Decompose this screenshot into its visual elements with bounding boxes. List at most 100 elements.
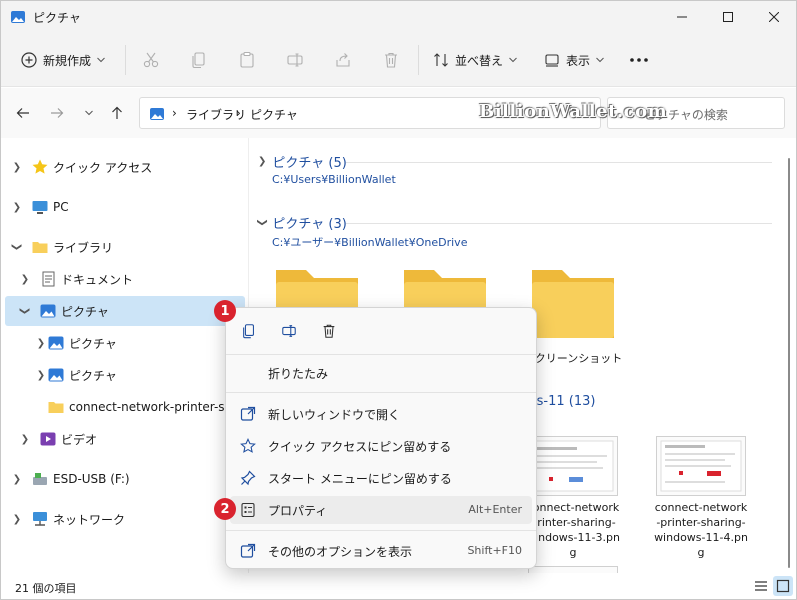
delete-button[interactable]: [318, 320, 340, 342]
context-menu: 折りたたみ 新しいウィンドウで開く クイック アクセスにピン留めする スタート …: [225, 307, 537, 569]
navigation-row: › ライブラリ › ピクチャ ピクチャの検索: [1, 88, 796, 138]
image-thumbnail[interactable]: [528, 436, 618, 496]
sidebar-item-videos[interactable]: ❯ ビデオ: [5, 424, 245, 454]
view-button[interactable]: 表示: [544, 45, 604, 75]
view-label: 表示: [566, 53, 591, 68]
maximize-icon: [723, 12, 733, 22]
copy-button[interactable]: [187, 48, 211, 72]
file-label-line: windows-11-4.pn: [654, 531, 748, 544]
sidebar-item-libraries[interactable]: ❯ ライブラリ: [5, 232, 245, 262]
pin-icon: [239, 469, 257, 487]
scrollbar[interactable]: [787, 158, 791, 568]
status-bar: 21 個の項目: [1, 573, 796, 599]
pictures-app-icon: [11, 11, 25, 23]
image-thumbnail[interactable]: [528, 566, 618, 573]
rename-button[interactable]: [283, 48, 307, 72]
sidebar-item-label: ESD-USB (F:): [53, 472, 130, 486]
sidebar-item-folder[interactable]: connect-network-printer-sharing: [5, 392, 263, 422]
chevron-right-icon[interactable]: ❯: [11, 161, 23, 173]
arrow-up-icon: [112, 106, 122, 119]
rename-button[interactable]: [278, 320, 300, 342]
file-label[interactable]: connect-network -printer-sharing- window…: [646, 500, 756, 560]
new-button[interactable]: 新規作成: [21, 45, 105, 75]
more-options-button[interactable]: [627, 48, 651, 72]
screenshot-thumbnail-icon: [660, 440, 742, 492]
menu-item-pin-quick-access[interactable]: クイック アクセスにピン留めする: [230, 432, 532, 460]
sidebar-item-pictures[interactable]: ❯ ピクチャ: [5, 296, 245, 326]
folder-icon: [48, 402, 64, 413]
group-header-pictures-1[interactable]: ❯ ピクチャ (5): [258, 150, 347, 172]
copy-button[interactable]: [238, 320, 260, 342]
chevron-down-icon[interactable]: ❯: [11, 241, 23, 253]
details-view-button[interactable]: [751, 576, 771, 596]
menu-item-properties[interactable]: プロパティ Alt+Enter: [230, 496, 532, 524]
up-button[interactable]: [106, 102, 128, 124]
menu-item-label: 折りたたみ: [268, 367, 329, 381]
sort-label: 並べ替え: [455, 53, 504, 68]
sidebar-item-quick-access[interactable]: ❯ クイック アクセス: [5, 152, 245, 182]
sort-button[interactable]: 並べ替え: [433, 45, 517, 75]
menu-item-open-new-window[interactable]: 新しいウィンドウで開く: [230, 400, 532, 428]
plus-circle-icon: [21, 52, 37, 68]
breadcrumb-pictures[interactable]: ピクチャ: [250, 106, 298, 123]
sort-arrows-icon: [434, 53, 448, 67]
sidebar-item-network[interactable]: ❯ ネットワーク: [5, 504, 245, 534]
share-button[interactable]: [331, 48, 355, 72]
sidebar-item-label: PC: [53, 200, 69, 214]
folder-icon[interactable]: [528, 266, 618, 346]
chevron-right-icon[interactable]: ❯: [35, 369, 47, 381]
sidebar-item-pictures-sub[interactable]: ❯ ピクチャ: [5, 328, 245, 358]
chevron-right-icon: ›: [172, 106, 177, 120]
chevron-right-icon[interactable]: ❯: [11, 201, 23, 213]
sidebar-item-usb-drive[interactable]: ❯ ESD-USB (F:): [5, 464, 245, 494]
network-icon: [33, 512, 47, 526]
group-title: ピクチャ (3): [272, 216, 347, 232]
group-path: C:¥Users¥BillionWallet: [272, 173, 396, 186]
chevron-right-icon[interactable]: ❯: [11, 513, 23, 525]
paste-button[interactable]: [235, 48, 259, 72]
close-button[interactable]: [751, 1, 796, 33]
pictures-icon: [40, 304, 56, 318]
menu-item-pin-start[interactable]: スタート メニューにピン留めする: [230, 464, 532, 492]
chevron-down-icon: [596, 57, 604, 63]
sidebar-item-pc[interactable]: ❯ PC: [5, 192, 245, 222]
copy-icon: [192, 52, 205, 69]
properties-icon: [239, 501, 257, 519]
menu-item-collapse[interactable]: 折りたたみ: [230, 359, 532, 387]
sidebar-item-label: クイック アクセス: [53, 160, 153, 175]
forward-button[interactable]: [46, 102, 68, 124]
explorer-window: ピクチャ 新規作成 並べ替え 表示 › ライブラリ › ピクチャ ピクチャの検索…: [0, 0, 797, 600]
sidebar-item-label: ピクチャ: [69, 368, 117, 383]
watermark: BillionWallet.com: [479, 101, 668, 122]
chevron-right-icon[interactable]: ❯: [19, 433, 31, 445]
chevron-right-icon[interactable]: ❯: [11, 473, 23, 485]
sidebar-item-pictures-sub[interactable]: ❯ ピクチャ: [5, 360, 245, 390]
minimize-button[interactable]: [659, 1, 705, 33]
pictures-icon: [48, 368, 64, 382]
shortcut-text: Shift+F10: [467, 544, 522, 557]
sidebar-item-documents[interactable]: ❯ ドキュメント: [5, 264, 245, 294]
image-thumbnail[interactable]: [656, 436, 746, 496]
tiles-view-button[interactable]: [773, 576, 793, 596]
window-title: ピクチャ: [33, 11, 81, 25]
group-header-pictures-2[interactable]: ❯ ピクチャ (3): [257, 211, 347, 233]
cut-button[interactable]: [139, 48, 163, 72]
chevron-right-icon: ›: [236, 106, 241, 120]
more-options-icon: [239, 542, 257, 560]
chevron-right-icon[interactable]: ❯: [19, 273, 31, 285]
chevron-right-icon[interactable]: ❯: [35, 337, 47, 349]
navigation-pane: ❯ クイック アクセス ❯ PC ❯ ライブラリ ❯ ドキュメント ❯ ピクチャ: [1, 138, 263, 573]
title-bar[interactable]: ピクチャ: [1, 1, 796, 33]
monitor-icon: [32, 201, 48, 214]
recent-locations-button[interactable]: [78, 102, 100, 124]
chevron-down-icon[interactable]: ❯: [19, 305, 31, 317]
star-icon: [32, 159, 48, 174]
maximize-button[interactable]: [705, 1, 751, 33]
sidebar-item-label: ピクチャ: [61, 304, 109, 319]
trash-icon: [323, 324, 335, 338]
delete-button[interactable]: [379, 48, 403, 72]
sidebar-item-label: ネットワーク: [53, 512, 126, 527]
menu-item-more-options[interactable]: その他のオプションを表示 Shift+F10: [230, 537, 532, 565]
open-new-window-icon: [239, 405, 257, 423]
back-button[interactable]: [12, 102, 34, 124]
